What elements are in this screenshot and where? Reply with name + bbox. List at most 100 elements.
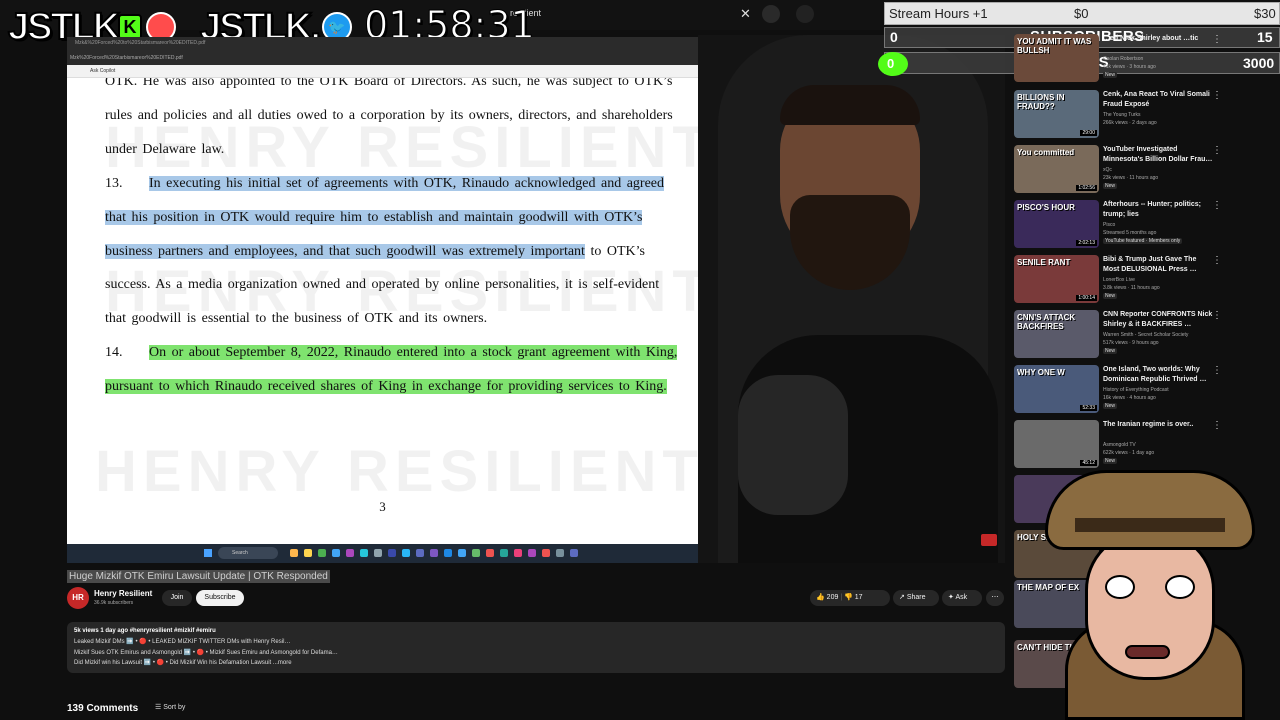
video-thumbnail[interactable]: YOU ADMIT IT WAS BULLSH bbox=[1014, 34, 1099, 82]
dislike-count: 17 bbox=[854, 594, 863, 601]
video-thumbnail[interactable]: CNN'S ATTACK BACKFIRES bbox=[1014, 310, 1099, 358]
more-options-icon[interactable]: ⋮ bbox=[1212, 420, 1222, 431]
new-badge: YouTube featured · Members only bbox=[1103, 238, 1183, 244]
recommended-video[interactable]: WHY ONE W 52:33 One Island, Two worlds: Wh… bbox=[1014, 365, 1274, 419]
share-button[interactable]: ↗ Share bbox=[893, 590, 939, 606]
more-options-icon[interactable]: ⋮ bbox=[1212, 34, 1222, 45]
recommended-channel[interactable]: LonerBox Live bbox=[1103, 277, 1135, 283]
browser-icon[interactable] bbox=[332, 549, 340, 557]
video-thumbnail[interactable]: PISCO'S HOUR 2:02:13 bbox=[1014, 200, 1099, 248]
taskbar-app-icon[interactable] bbox=[486, 549, 494, 557]
doc-line: success. As a media organization owned a… bbox=[105, 277, 660, 292]
thumbs-down-icon[interactable]: 👎 bbox=[844, 594, 853, 601]
highlighted-line: business partners and employees, and tha… bbox=[105, 244, 585, 259]
pdf-page: HENRY RESILIENT HENRY RESILIENT HENRY RE… bbox=[67, 78, 698, 544]
taskbar-app-icon[interactable] bbox=[472, 549, 480, 557]
channel-name[interactable]: Henry Resilient bbox=[94, 589, 152, 598]
channel-avatar[interactable]: HR bbox=[67, 587, 89, 609]
new-badge: New bbox=[1103, 183, 1118, 189]
close-icon[interactable]: ✕ bbox=[740, 6, 751, 22]
more-options-icon[interactable]: ⋮ bbox=[1212, 145, 1222, 156]
taskbar-app-icon[interactable] bbox=[500, 549, 508, 557]
taskbar-app-icon[interactable] bbox=[430, 549, 438, 557]
recommended-title[interactable]: Cenk, Ana React To Viral Somali Fraud Ex… bbox=[1103, 90, 1213, 110]
recommended-channel[interactable]: Pisco bbox=[1103, 222, 1115, 228]
taskbar-app-icon[interactable] bbox=[290, 549, 298, 557]
taskbar-search[interactable]: Search bbox=[218, 547, 278, 559]
description-line[interactable]: Did Mizkif win his Lawsuit ➡️ • 🔴 • Did … bbox=[74, 659, 292, 666]
video-thumbnail[interactable]: You committed 1:02:56 bbox=[1014, 145, 1099, 193]
taskbar-app-icon[interactable] bbox=[346, 549, 354, 557]
more-options-icon[interactable]: ⋮ bbox=[1212, 90, 1222, 101]
recommended-video[interactable]: 45:12 The Iranian regime is over.. Asmongo… bbox=[1014, 420, 1274, 474]
recommended-title[interactable]: …ed Nick Shirley about …tic bbox=[1103, 34, 1213, 44]
recommended-title[interactable]: Afterhours -- Hunter; politics; trump; l… bbox=[1103, 200, 1213, 220]
recommended-video[interactable]: SENILE RANT 1:00:14 Bibi & Trump Just Gave… bbox=[1014, 255, 1274, 309]
recommended-video[interactable]: YOU ADMIT IT WAS BULLSH …ed Nick Shirley … bbox=[1014, 34, 1274, 88]
thumbnail-text: You committed bbox=[1017, 148, 1075, 157]
duration-badge: 45:12 bbox=[1080, 460, 1097, 466]
recommended-video[interactable]: BILLIONS IN FRAUD?? 29:00 Cenk, Ana React … bbox=[1014, 90, 1274, 144]
recommended-channel[interactable]: The Young Turks bbox=[1103, 112, 1141, 118]
more-options-icon[interactable]: ⋮ bbox=[1212, 255, 1222, 266]
video-thumbnail[interactable]: 45:12 bbox=[1014, 420, 1099, 468]
recommended-channel[interactable]: History of Everything Podcast bbox=[1103, 387, 1169, 393]
highlighted-line: pursuant to which Rinaudo received share… bbox=[105, 379, 667, 394]
pdf-toolbar bbox=[67, 65, 698, 78]
folder-icon[interactable] bbox=[304, 549, 312, 557]
recommended-video[interactable]: You committed 1:02:56 YouTuber Investigate… bbox=[1014, 145, 1274, 199]
recommended-title[interactable]: The Iranian regime is over.. bbox=[1103, 420, 1213, 430]
video-thumbnail[interactable]: WHY ONE W 52:33 bbox=[1014, 365, 1099, 413]
video-thumbnail[interactable]: SENILE RANT 1:00:14 bbox=[1014, 255, 1099, 303]
taskbar-app-icon[interactable] bbox=[458, 549, 466, 557]
sort-button[interactable]: ☰ Sort by bbox=[155, 703, 185, 711]
taskbar-app-icon[interactable] bbox=[514, 549, 522, 557]
browser-address[interactable]: Mzk%20Forced%20Starbismareor%20EDITED.pd… bbox=[70, 55, 183, 61]
taskbar-app-icon[interactable] bbox=[318, 549, 326, 557]
detective-eye bbox=[1165, 575, 1195, 599]
thumbnail-text: YOU ADMIT IT WAS BULLSH bbox=[1017, 37, 1092, 55]
taskbar-app-icon[interactable] bbox=[416, 549, 424, 557]
taskbar-app-icon[interactable] bbox=[444, 549, 452, 557]
taskbar-app-icon[interactable] bbox=[402, 549, 410, 557]
recommended-title[interactable]: CNN Reporter CONFRONTS Nick Shirley & it… bbox=[1103, 310, 1213, 330]
more-options-icon[interactable]: ⋮ bbox=[1212, 310, 1222, 321]
taskbar-app-icon[interactable] bbox=[388, 549, 396, 557]
recommended-title[interactable]: YouTuber Investigated Minnesota's Billio… bbox=[1103, 145, 1213, 165]
paragraph-number: 14. bbox=[105, 345, 123, 360]
microphone-icon[interactable] bbox=[796, 5, 814, 23]
taskbar-app-icon[interactable] bbox=[374, 549, 382, 557]
taskbar-app-icon[interactable] bbox=[556, 549, 564, 557]
recommended-channel[interactable]: xQc bbox=[1103, 167, 1112, 173]
description-line[interactable]: Mizkif Sues OTK Emirus and Asmongold ➡️ … bbox=[74, 649, 338, 656]
taskbar-app-icon[interactable] bbox=[570, 549, 578, 557]
ask-button[interactable]: ✦ Ask bbox=[942, 590, 982, 606]
join-button[interactable]: Join bbox=[162, 590, 192, 606]
recommended-channel[interactable]: Warren Smith - Secret Scholar Society bbox=[1103, 332, 1188, 338]
subscribe-button[interactable]: Subscribe bbox=[196, 590, 244, 606]
browser-tab[interactable]: Mzk&%20Forced%20to%20Starbismareor%20EDI… bbox=[75, 40, 205, 46]
search-icon[interactable] bbox=[762, 5, 780, 23]
more-options-icon[interactable]: ⋮ bbox=[1212, 365, 1222, 376]
description-line[interactable]: Leaked Mizkif DMs ➡️ • 🔴 • LEAKED MIZKIF… bbox=[74, 638, 290, 645]
recommended-channel[interactable]: Asmongold TV bbox=[1103, 442, 1136, 448]
share-label: Share bbox=[906, 594, 926, 601]
taskbar-app-icon[interactable] bbox=[528, 549, 536, 557]
ask-copilot-button[interactable]: Ask Copilot bbox=[90, 68, 115, 74]
recommended-title[interactable]: One Island, Two worlds: Why Dominican Re… bbox=[1103, 365, 1213, 385]
like-dislike-buttons[interactable]: 👍 209 | 👎 17 bbox=[810, 590, 890, 606]
video-thumbnail[interactable]: BILLIONS IN FRAUD?? 29:00 bbox=[1014, 90, 1099, 138]
recommended-video[interactable]: PISCO'S HOUR 2:02:13 Afterhours -- Hunter;… bbox=[1014, 200, 1274, 254]
doc-line: rules and policies and all duties owed t… bbox=[105, 108, 673, 123]
more-options-icon[interactable]: ⋮ bbox=[1212, 200, 1222, 211]
taskbar-app-icon[interactable] bbox=[542, 549, 550, 557]
more-actions-button[interactable]: ⋯ bbox=[986, 590, 1004, 606]
recommended-video[interactable]: CNN'S ATTACK BACKFIRES CNN Reporter CONFR… bbox=[1014, 310, 1274, 364]
recommended-title[interactable]: Bibi & Trump Just Gave The Most DELUSION… bbox=[1103, 255, 1213, 275]
thumbs-up-icon[interactable]: 👍 bbox=[816, 594, 825, 601]
recommended-channel[interactable]: Caolan Robertson bbox=[1103, 56, 1143, 62]
microphone-icon bbox=[738, 375, 848, 515]
thumbnail-text: PISCO'S HOUR bbox=[1017, 203, 1075, 212]
taskbar-app-icon[interactable] bbox=[360, 549, 368, 557]
windows-start-icon[interactable] bbox=[204, 549, 212, 557]
